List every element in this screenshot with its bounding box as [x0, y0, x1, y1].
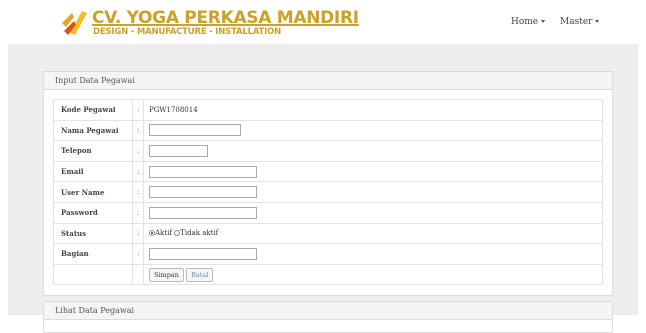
- caret-down-icon: [541, 20, 546, 23]
- telepon-input[interactable]: [149, 144, 208, 157]
- form-row: Kode Pegawai : PGW1708014: [53, 99, 603, 121]
- form-row: Password :: [53, 201, 603, 224]
- status-tidak-aktif-label: Tidak aktif: [180, 229, 219, 238]
- brand-subtitle: DESIGN - MANUFACTURE - INSTALLATION: [93, 27, 282, 37]
- form-row: Nama Pegawai :: [53, 119, 603, 142]
- list-panel: Lihat Data Pegawai: [43, 301, 613, 333]
- field-label: Bagian: [53, 243, 133, 265]
- field-label: Password: [53, 201, 133, 224]
- nav-home[interactable]: Home: [511, 17, 546, 27]
- form-row: Bagian :: [53, 243, 603, 265]
- field-separator: :: [132, 222, 144, 245]
- username-input[interactable]: [149, 186, 257, 199]
- form-row: User Name :: [53, 181, 603, 203]
- field-label: Telepon: [53, 140, 133, 162]
- form-row: Email :: [53, 160, 603, 183]
- status-aktif-label: Aktif: [155, 229, 172, 238]
- save-button[interactable]: Simpan: [149, 267, 184, 282]
- form-row: Telepon :: [53, 140, 603, 162]
- nama-pegawai-input[interactable]: [149, 124, 241, 137]
- nav-master[interactable]: Master: [560, 17, 600, 27]
- field-separator: :: [132, 201, 144, 224]
- field-separator: :: [132, 160, 144, 183]
- email-input[interactable]: [149, 165, 257, 178]
- logo-icon: [62, 11, 87, 35]
- input-panel-heading: Input Data Pegawai: [44, 72, 612, 90]
- field-label: Status: [53, 222, 133, 245]
- navbar: CV. YOGA PERKASA MANDIRI DESIGN - MANUFA…: [0, 0, 646, 44]
- cancel-button[interactable]: Batal: [186, 267, 214, 282]
- password-input[interactable]: [149, 206, 257, 219]
- list-panel-heading: Lihat Data Pegawai: [44, 302, 612, 320]
- form-row: Simpan Batal: [53, 263, 603, 286]
- field-label: Nama Pegawai: [53, 119, 133, 142]
- caret-down-icon: [595, 20, 600, 23]
- nav-master-label: Master: [560, 17, 593, 27]
- field-label: Email: [53, 160, 133, 183]
- field-label: User Name: [53, 181, 133, 203]
- field-separator: :: [132, 99, 144, 121]
- kode-pegawai-value: PGW1708014: [143, 99, 603, 121]
- field-separator: :: [132, 140, 144, 162]
- input-form: Kode Pegawai : PGW1708014 Nama Pegawai :…: [53, 99, 603, 286]
- input-panel: Input Data Pegawai Kode Pegawai : PGW170…: [43, 71, 613, 296]
- nav-home-label: Home: [511, 17, 539, 27]
- brand-title[interactable]: CV. YOGA PERKASA MANDIRI: [92, 8, 359, 28]
- field-separator: :: [132, 119, 144, 142]
- field-label: Kode Pegawai: [53, 99, 133, 121]
- field-separator: :: [132, 243, 144, 265]
- form-row: Status : Aktif Tidak aktif: [53, 222, 603, 245]
- field-separator: :: [132, 181, 144, 203]
- bagian-input[interactable]: [149, 247, 257, 260]
